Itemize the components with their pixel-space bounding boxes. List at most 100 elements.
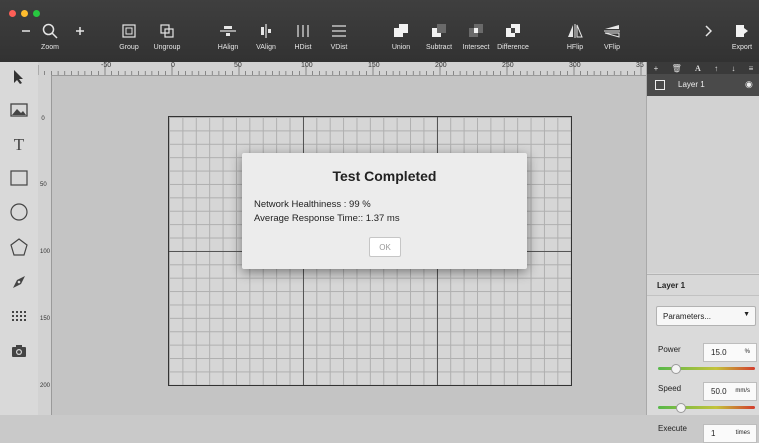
right-panel: + 🗑︎ A ↑ ↓ ≡ Layer 1 ◉ Layer 1 Parameter… [646, 62, 759, 443]
ruler-label: 100 [301, 62, 313, 69]
layer-section-title: Layer 1 [647, 274, 759, 296]
subtract-label: Subtract [425, 44, 453, 51]
zoom-out-button[interactable] [18, 20, 34, 56]
union-button[interactable]: Union [388, 20, 414, 56]
image-tool[interactable] [9, 100, 29, 120]
layer-item[interactable]: Layer 1 ◉ [647, 74, 759, 96]
ruler-label: 0 [171, 62, 175, 69]
execute-value: 1 [711, 429, 716, 438]
network-healthiness-text: Network Healthiness : 99 % [254, 199, 371, 210]
power-unit: % [744, 349, 750, 355]
text-icon[interactable]: A [695, 64, 701, 73]
intersect-icon [468, 20, 484, 42]
parameters-select-value: Parameters... [663, 312, 712, 321]
layer-checkbox[interactable] [655, 80, 665, 90]
ungroup-button[interactable]: Ungroup [150, 20, 184, 56]
vdist-button[interactable]: VDist [326, 20, 352, 56]
zoom-label: Zoom [41, 44, 59, 51]
difference-button[interactable]: Difference [494, 20, 532, 56]
export-icon [735, 20, 749, 42]
ungroup-label: Ungroup [153, 44, 181, 51]
subtract-button[interactable]: Subtract [422, 20, 456, 56]
export-button[interactable]: Export [728, 20, 756, 56]
magnifier-icon [42, 20, 58, 42]
cursor-icon [14, 70, 23, 84]
text-tool[interactable]: T [9, 134, 29, 154]
horizontal-flip-icon [567, 20, 583, 42]
close-window-button[interactable] [9, 10, 16, 17]
minimize-window-button[interactable] [21, 10, 28, 17]
ruler-label: 300 [569, 62, 581, 69]
average-response-time-text: Average Response Time:: 1.37 ms [254, 213, 400, 224]
zoom-button[interactable]: Zoom [38, 20, 62, 56]
subtract-icon [431, 20, 447, 42]
speed-input[interactable]: 50.0 mm/s [703, 382, 757, 401]
speed-slider[interactable] [658, 403, 755, 413]
speed-unit: mm/s [735, 388, 750, 394]
add-icon[interactable]: + [654, 64, 659, 73]
valign-button[interactable]: VAlign [253, 20, 279, 56]
execute-unit: times [735, 430, 750, 436]
camera-tool[interactable] [9, 341, 29, 361]
text-icon: T [14, 136, 25, 152]
union-label: Union [391, 44, 411, 51]
pen-icon [13, 276, 25, 288]
more-button[interactable] [700, 20, 716, 56]
power-label: Power [658, 345, 681, 354]
pen-tool[interactable] [9, 272, 29, 292]
svg-text:T: T [14, 136, 25, 152]
select-tool[interactable] [9, 67, 29, 87]
array-tool[interactable] [9, 306, 29, 326]
parameters-select[interactable]: Parameters... ▼ [656, 306, 756, 326]
vertical-distribute-icon [331, 20, 347, 42]
dialog-title: Test Completed [332, 168, 437, 184]
menu-icon[interactable]: ≡ [749, 64, 754, 73]
ellipse-tool[interactable] [9, 202, 29, 222]
zoom-in-button[interactable] [72, 20, 88, 56]
test-completed-dialog: Test Completed Network Healthiness : 99 … [242, 153, 527, 269]
horizontal-ruler: -50 0 50 100 150 200 250 300 35 [38, 62, 646, 76]
execute-label: Execute [658, 424, 687, 433]
ruler-label: 50 [234, 62, 242, 69]
halign-button[interactable]: HAlign [215, 20, 241, 56]
speed-value: 50.0 [711, 387, 727, 396]
intersect-button[interactable]: Intersect [459, 20, 493, 56]
camera-icon [12, 345, 26, 357]
rectangle-tool[interactable] [9, 168, 29, 188]
toolbar: Zoom Group Ungroup HAlign VAlign HDist V… [0, 0, 759, 62]
ruler-label: 150 [40, 316, 51, 322]
polygon-tool[interactable] [9, 237, 29, 257]
minus-icon [21, 20, 31, 42]
intersect-label: Intersect [462, 44, 490, 51]
power-slider-knob[interactable] [671, 364, 682, 374]
ruler-label: 200 [40, 383, 51, 389]
vertical-ruler: 0 50 100 150 200 [38, 75, 52, 415]
hdist-button[interactable]: HDist [290, 20, 316, 56]
hdist-label: HDist [294, 44, 312, 51]
rectangle-icon [10, 170, 28, 186]
power-value: 15.0 [711, 348, 727, 357]
ok-button[interactable]: OK [369, 237, 401, 257]
vflip-label: VFlip [604, 44, 620, 51]
trash-icon[interactable]: 🗑︎ [672, 64, 682, 73]
power-slider[interactable] [658, 364, 755, 374]
ruler-label: 200 [435, 62, 447, 69]
layer-name: Layer 1 [678, 80, 705, 89]
eye-icon[interactable]: ◉ [745, 79, 753, 90]
power-input[interactable]: 15.0 % [703, 343, 757, 362]
ruler-label: 35 [636, 62, 644, 69]
move-up-icon[interactable]: ↑ [714, 64, 718, 73]
union-icon [393, 20, 409, 42]
group-button[interactable]: Group [116, 20, 142, 56]
zoom-window-button[interactable] [33, 10, 40, 17]
ruler-label: 50 [40, 182, 47, 188]
move-down-icon[interactable]: ↓ [731, 64, 735, 73]
execute-input[interactable]: 1 times [703, 424, 757, 443]
halign-label: HAlign [217, 44, 239, 51]
hflip-button[interactable]: HFlip [563, 20, 587, 56]
vflip-button[interactable]: VFlip [600, 20, 624, 56]
vertical-flip-icon [604, 20, 620, 42]
vertical-align-icon [258, 20, 274, 42]
speed-slider-knob[interactable] [675, 403, 686, 413]
export-label: Export [731, 44, 753, 51]
